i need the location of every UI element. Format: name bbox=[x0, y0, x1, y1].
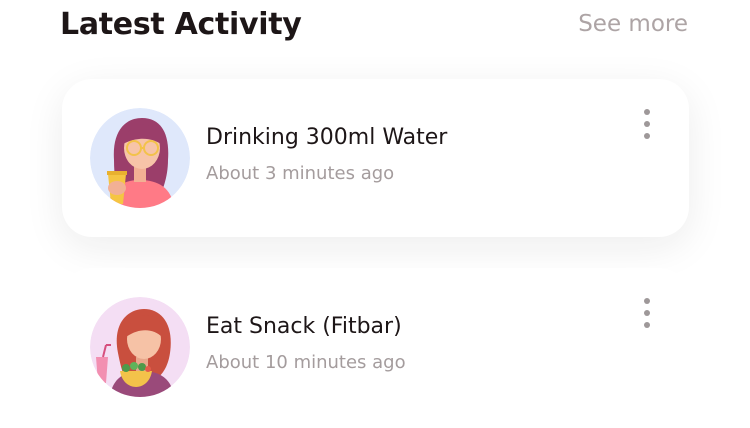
more-vertical-icon[interactable] bbox=[639, 298, 655, 328]
activity-time: About 3 minutes ago bbox=[206, 163, 395, 184]
activity-card[interactable]: Drinking 300ml Water About 3 minutes ago bbox=[62, 79, 689, 237]
activity-title: Drinking 300ml Water bbox=[206, 125, 448, 150]
activity-title: Eat Snack (Fitbar) bbox=[206, 314, 402, 339]
woman-eating-snack-avatar bbox=[90, 297, 190, 397]
activity-card[interactable]: Eat Snack (Fitbar) About 10 minutes ago bbox=[62, 268, 689, 426]
menu-dot bbox=[644, 133, 650, 139]
section-title: Latest Activity bbox=[60, 6, 302, 42]
menu-dot bbox=[644, 298, 650, 304]
more-vertical-icon[interactable] bbox=[639, 109, 655, 139]
woman-drinking-water-avatar bbox=[90, 108, 190, 208]
activity-time: About 10 minutes ago bbox=[206, 352, 406, 373]
menu-dot bbox=[644, 109, 650, 115]
section-header: Latest Activity See more bbox=[60, 4, 688, 44]
see-more-link[interactable]: See more bbox=[578, 11, 688, 37]
menu-dot bbox=[644, 121, 650, 127]
menu-dot bbox=[644, 310, 650, 316]
menu-dot bbox=[644, 322, 650, 328]
activity-text: Drinking 300ml Water About 3 minutes ago bbox=[206, 123, 447, 185]
latest-activity-section: Latest Activity See more Drinking 300ml … bbox=[0, 0, 750, 428]
activity-text: Eat Snack (Fitbar) About 10 minutes ago bbox=[206, 312, 406, 374]
